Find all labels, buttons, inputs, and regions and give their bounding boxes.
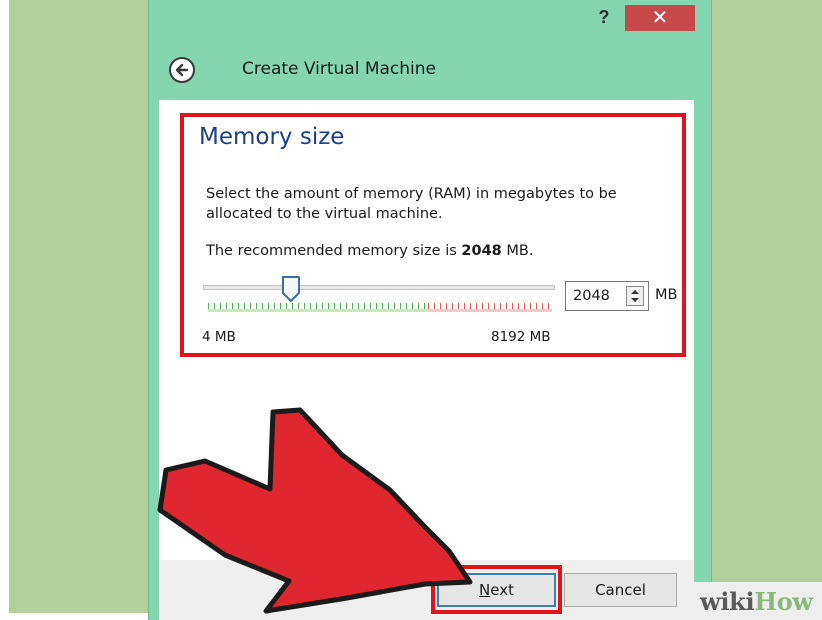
spin-up-icon[interactable] bbox=[631, 290, 639, 294]
memory-description: Select the amount of memory (RAM) in meg… bbox=[206, 186, 617, 222]
slider-max-label: 8192 MB bbox=[491, 329, 551, 345]
window-title: Create Virtual Machine bbox=[242, 59, 437, 79]
watermark-how: How bbox=[754, 587, 813, 616]
back-button[interactable] bbox=[169, 57, 195, 83]
wikihow-logo: wikiHow bbox=[700, 587, 813, 616]
memory-slider-thumb[interactable] bbox=[281, 275, 301, 303]
close-icon: ✕ bbox=[651, 7, 669, 29]
section-title: Memory size bbox=[199, 124, 345, 150]
cancel-button[interactable]: Cancel bbox=[564, 573, 677, 607]
memory-unit-label: MB bbox=[655, 287, 678, 303]
spin-down-icon[interactable] bbox=[631, 298, 639, 302]
recommended-value: 2048 bbox=[461, 243, 502, 259]
slider-ticks-recommended bbox=[208, 303, 428, 312]
recommended-suffix: MB. bbox=[506, 243, 534, 259]
close-button[interactable]: ✕ bbox=[625, 5, 695, 31]
slider-ticks-excessive bbox=[428, 303, 552, 312]
slider-min-label: 4 MB bbox=[202, 329, 236, 345]
back-arrow-icon bbox=[175, 63, 189, 77]
next-label: ext bbox=[490, 581, 514, 599]
watermark-wiki: wiki bbox=[700, 587, 755, 616]
memory-size-input[interactable]: 2048 bbox=[565, 281, 649, 311]
recommended-prefix: The recommended memory size is bbox=[206, 243, 457, 259]
next-mnemonic: N bbox=[479, 581, 491, 599]
help-button[interactable]: ? bbox=[592, 5, 616, 29]
recommended-memory-text: The recommended memory size is 2048 MB. bbox=[206, 243, 533, 259]
memory-spin-buttons[interactable] bbox=[626, 286, 644, 306]
memory-slider-track[interactable] bbox=[203, 285, 555, 290]
memory-size-value: 2048 bbox=[573, 288, 610, 304]
next-button[interactable]: Next bbox=[437, 573, 556, 607]
